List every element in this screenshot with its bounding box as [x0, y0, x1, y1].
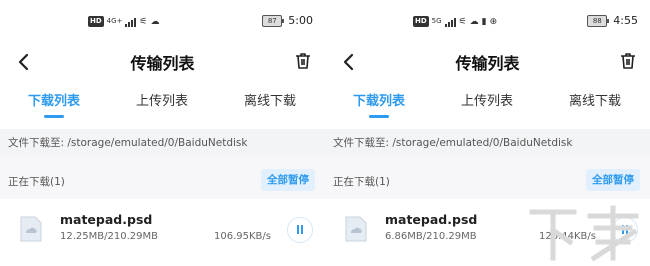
active-tab-indicator	[44, 115, 64, 118]
tab-download-list[interactable]: 下载列表	[0, 90, 108, 118]
tab-upload-list[interactable]: 上传列表	[108, 90, 216, 109]
hd-badge: HD	[413, 16, 429, 27]
transfer-screen-left: HD 4G+ ⚟ ☁ 87 5:00 传输列表 下载列表 上传列表 离线下载 文…	[0, 0, 325, 266]
file-progress-size: 6.86MB/210.29MB	[385, 231, 477, 242]
pause-all-button[interactable]: 全部暂停	[261, 169, 315, 191]
status-icons: HD 4G+ ⚟ ☁	[88, 16, 160, 27]
trash-icon[interactable]	[293, 51, 313, 71]
network-type: 5G	[431, 17, 442, 25]
clock: 4:55	[613, 14, 638, 27]
file-icon	[345, 216, 367, 242]
download-speed: 106.95KB/s	[214, 231, 271, 242]
tab-bar: 下载列表 上传列表 离线下载	[0, 90, 325, 124]
network-type: 4G+	[106, 17, 123, 25]
back-arrow-icon[interactable]	[14, 52, 34, 72]
transfer-screen-right: HD 5G ⚟ ☁ ▮ ⊕ 88 4:55 传输列表 下载列表 上传列表 离线下…	[325, 0, 650, 266]
downloading-section-header: 正在下载(1) 全部暂停	[0, 155, 325, 199]
battery-icon: 88	[587, 14, 610, 27]
clock: 5:00	[288, 14, 313, 27]
pause-all-button[interactable]: 全部暂停	[586, 169, 640, 191]
circle-icon: ⊕	[489, 16, 498, 27]
tab-bar: 下载列表 上传列表 离线下载	[325, 90, 650, 124]
cloud-icon: ☁	[469, 16, 479, 27]
active-tab-indicator	[369, 115, 389, 118]
watermark-logo	[529, 205, 639, 262]
status-icons: HD 5G ⚟ ☁ ▮ ⊕	[413, 16, 497, 27]
hd-badge: HD	[88, 16, 104, 27]
signal-icon	[125, 17, 137, 27]
download-path-bar: 文件下载至: /storage/emulated/0/BaiduNetdisk	[325, 129, 650, 155]
file-progress-size: 12.25MB/210.29MB	[60, 231, 158, 242]
page-title: 传输列表	[455, 54, 520, 73]
download-path: 文件下载至: /storage/emulated/0/BaiduNetdisk	[8, 137, 248, 149]
downloading-section-header: 正在下载(1) 全部暂停	[325, 155, 650, 199]
wifi-icon: ⚟	[139, 16, 148, 27]
status-bar: HD 5G ⚟ ☁ ▮ ⊕ 88 4:55	[325, 0, 650, 44]
battery-icon: 87	[262, 14, 285, 27]
signal-icon	[444, 17, 456, 27]
file-icon	[20, 216, 42, 242]
tab-upload-list[interactable]: 上传列表	[433, 90, 541, 109]
notification-icon: ▮	[481, 16, 487, 27]
downloading-count: 正在下载(1)	[8, 176, 65, 188]
download-item[interactable]: matepad.psd 12.25MB/210.29MB 106.95KB/s	[0, 199, 325, 266]
downloading-count: 正在下载(1)	[333, 176, 390, 188]
trash-icon[interactable]	[618, 51, 638, 71]
title-bar: 传输列表	[0, 44, 325, 80]
download-path: 文件下载至: /storage/emulated/0/BaiduNetdisk	[333, 137, 573, 149]
file-name: matepad.psd	[385, 212, 478, 227]
file-name: matepad.psd	[60, 212, 153, 227]
download-path-bar: 文件下载至: /storage/emulated/0/BaiduNetdisk	[0, 129, 325, 155]
back-arrow-icon[interactable]	[339, 52, 359, 72]
tab-offline-download[interactable]: 离线下载	[216, 90, 324, 109]
pause-button[interactable]	[287, 217, 313, 243]
tab-offline-download[interactable]: 离线下载	[541, 90, 649, 109]
cloud-icon: ☁	[150, 16, 160, 27]
wifi-icon: ⚟	[458, 16, 467, 27]
tab-download-list[interactable]: 下载列表	[325, 90, 433, 118]
title-bar: 传输列表	[325, 44, 650, 80]
status-bar: HD 4G+ ⚟ ☁ 87 5:00	[0, 0, 325, 44]
page-title: 传输列表	[130, 54, 195, 73]
